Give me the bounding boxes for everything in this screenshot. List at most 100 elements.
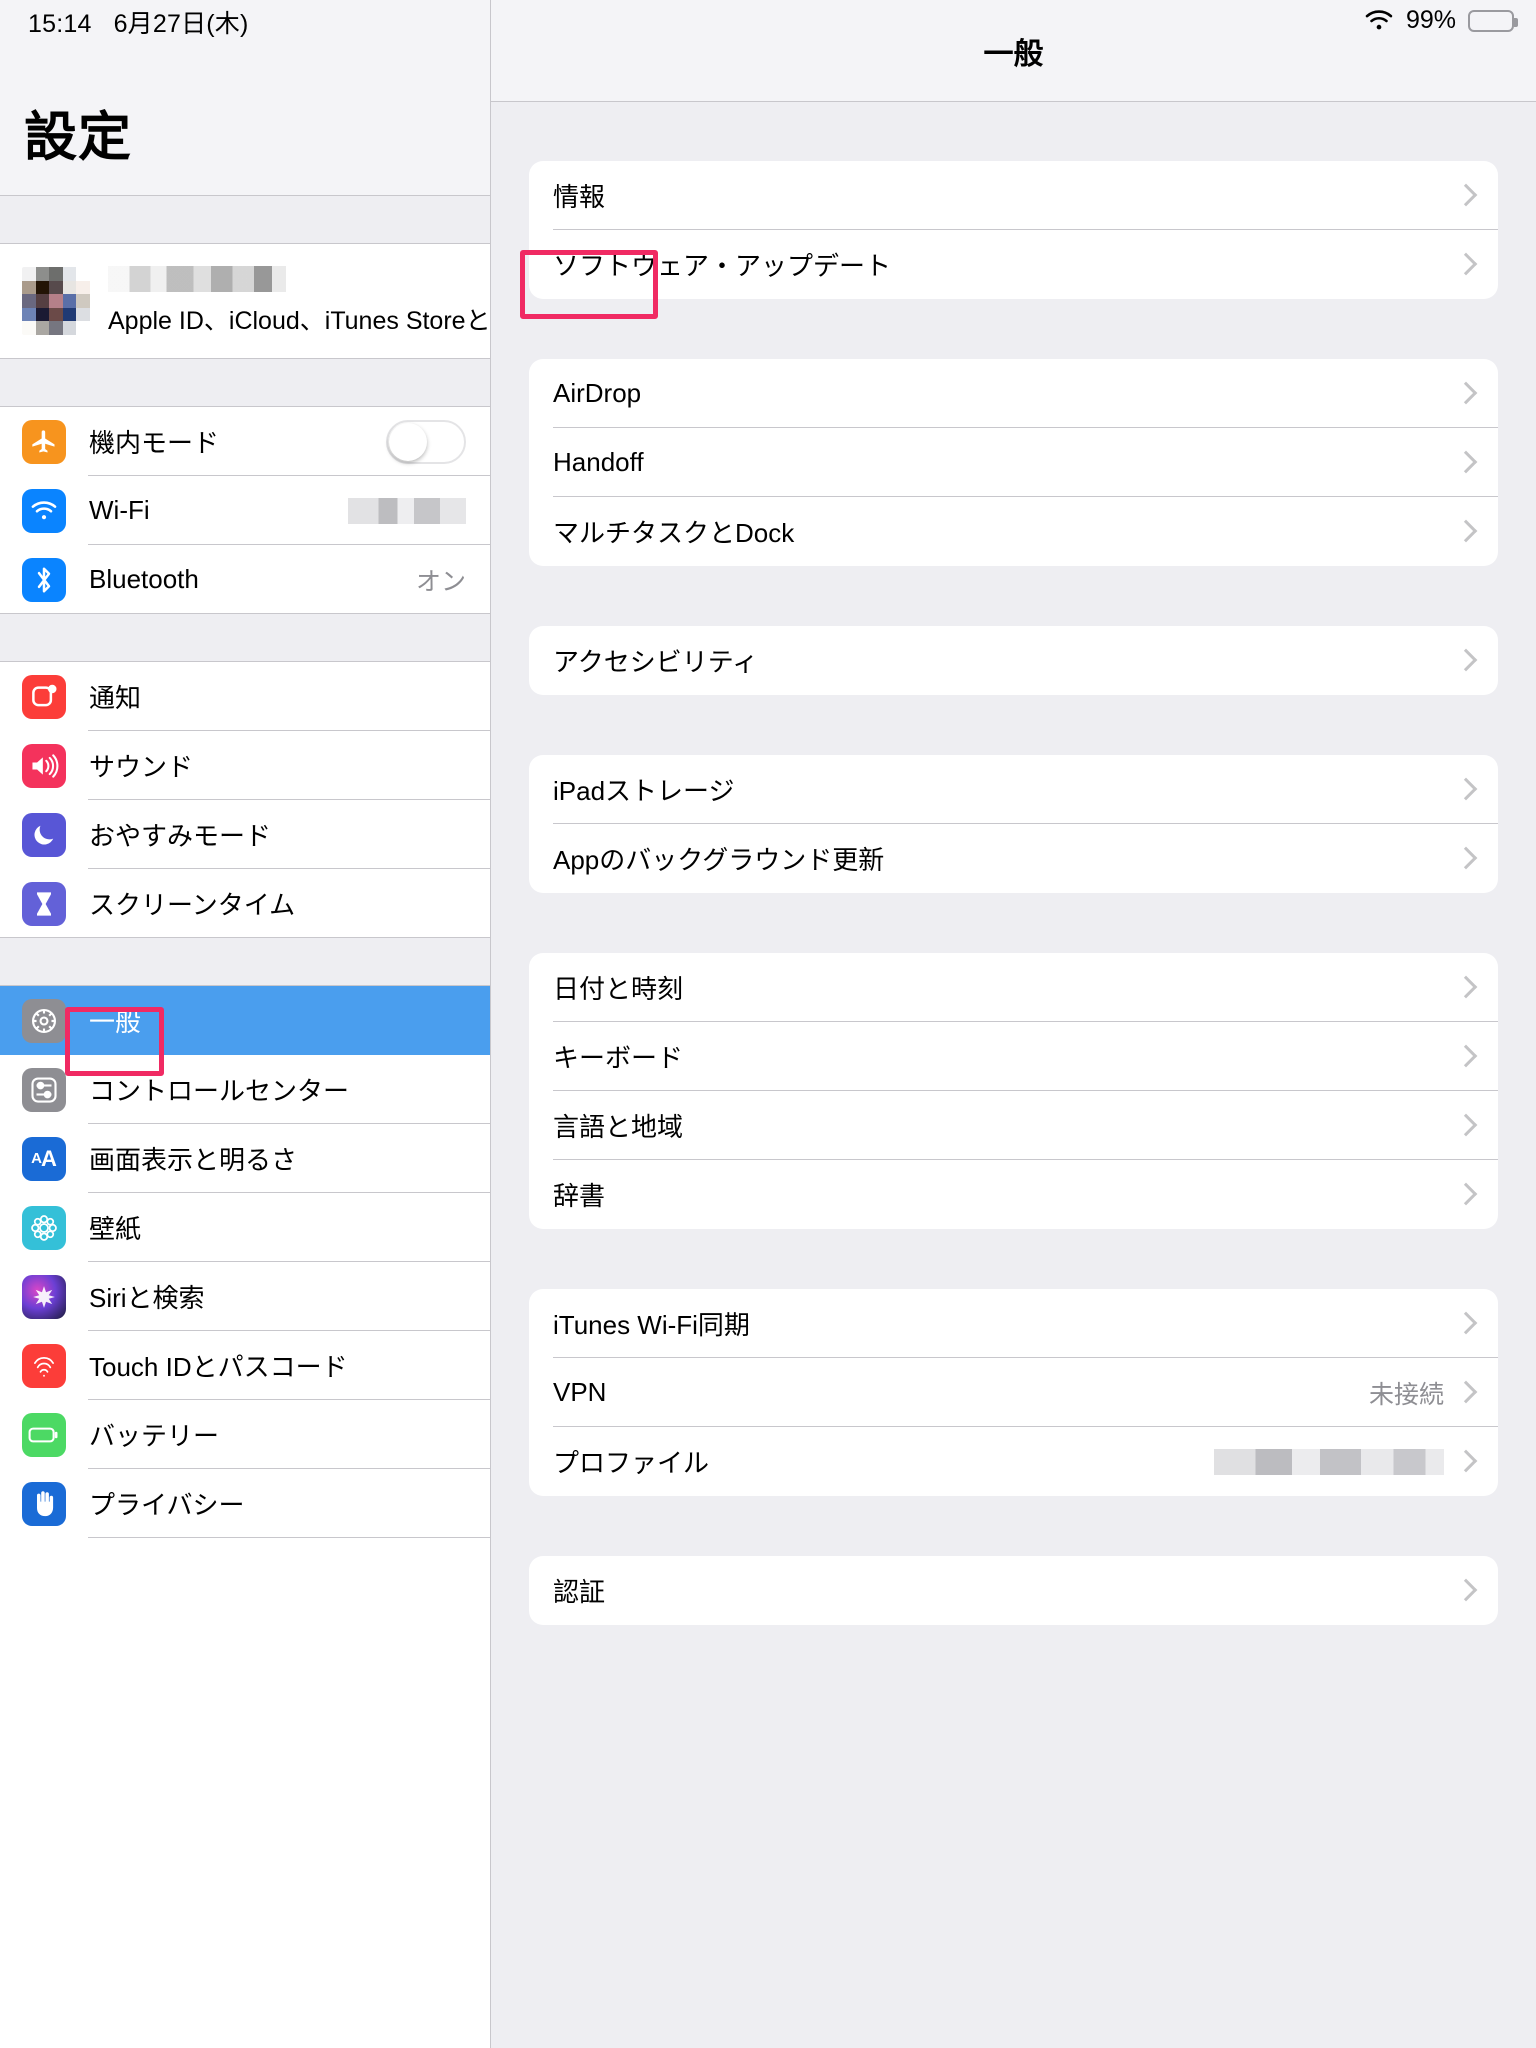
detail-row-handoff[interactable]: Handoff (529, 428, 1498, 497)
detail-row-label: AirDrop (553, 378, 642, 408)
sidebar-item-sounds[interactable]: サウンド (0, 731, 490, 800)
detail-row-label: マルチタスクとDock (553, 518, 795, 548)
detail-row-label: プロファイル (553, 1448, 710, 1478)
sidebar-item-label: スクリーンタイム (89, 890, 296, 920)
detail-row-ipad-storage[interactable]: iPadストレージ (529, 755, 1498, 824)
detail-row-dictionary[interactable]: 辞書 (529, 1160, 1498, 1229)
account-name-masked (108, 265, 286, 292)
detail-group-locale: 日付と時刻 キーボード 言語と地域 辞書 (529, 953, 1498, 1229)
detail-row-label: 情報 (553, 182, 606, 212)
detail-row-background-app-refresh[interactable]: Appのバックグラウンド更新 (529, 824, 1498, 893)
chevron-right-icon (1458, 1183, 1472, 1207)
detail-group-sharing: AirDrop Handoff マルチタスクとDock (529, 359, 1498, 566)
page-title: 設定 (24, 108, 132, 167)
detail-row-airdrop[interactable]: AirDrop (529, 359, 1498, 428)
detail-row-profile[interactable]: プロファイル (529, 1427, 1498, 1496)
chevron-right-icon (1458, 1114, 1472, 1138)
sidebar-item-label: コントロールセンター (89, 1076, 350, 1106)
detail-row-software-update[interactable]: ソフトウェア・アップデート (529, 230, 1498, 299)
sidebar-item-label: バッテリー (89, 1421, 220, 1451)
chevron-right-icon (1458, 976, 1472, 1000)
detail-group-spacer (491, 695, 1536, 755)
sidebar-item-label: おやすみモード (89, 821, 272, 851)
detail-group-spacer (491, 566, 1536, 626)
general-detail-pane: 一般 情報 ソフトウェア・アップデート AirDrop Handoff マルチタ… (491, 0, 1536, 2048)
notifications-icon (22, 674, 66, 719)
detail-group-spacer (491, 1496, 1536, 1556)
sidebar-item-wifi[interactable]: Wi-Fi (0, 476, 490, 545)
sidebar-item-privacy[interactable]: プライバシー (0, 1469, 490, 1538)
separator (0, 937, 490, 938)
sidebar-item-general[interactable]: 一般 (0, 986, 490, 1055)
detail-row-label: iPadストレージ (553, 776, 735, 806)
apple-id-row[interactable]: Apple ID、iCloud、iTunes Storeと… (0, 244, 490, 359)
detail-row-keyboard[interactable]: キーボード (529, 1022, 1498, 1091)
detail-row-label: キーボード (553, 1043, 684, 1073)
detail-row-date-time[interactable]: 日付と時刻 (529, 953, 1498, 1022)
toggle-knob (389, 422, 427, 461)
profile-value-masked (1214, 1448, 1444, 1475)
detail-row-accessibility[interactable]: アクセシビリティ (529, 626, 1498, 695)
sidebar-item-label: 画面表示と明るさ (89, 1145, 298, 1175)
detail-row-itunes-wifi-sync[interactable]: iTunes Wi-Fi同期 (529, 1289, 1498, 1358)
detail-navigation-bar: 一般 (491, 0, 1536, 102)
sidebar-item-display-brightness[interactable]: AA 画面表示と明るさ (0, 1124, 490, 1193)
chevron-right-icon (1458, 1579, 1472, 1603)
display-icon: AA (22, 1136, 66, 1181)
sidebar-item-siri-search[interactable]: Siriと検索 (0, 1262, 490, 1331)
sidebar-item-label: 壁紙 (89, 1214, 142, 1244)
detail-row-label: iTunes Wi-Fi同期 (553, 1310, 750, 1340)
apple-id-text: Apple ID、iCloud、iTunes Storeと… (108, 265, 490, 337)
detail-group-about: 情報 ソフトウェア・アップデート (529, 161, 1498, 299)
sidebar-item-bluetooth[interactable]: Bluetooth オン (0, 545, 490, 614)
sidebar-header: 設定 (0, 0, 490, 196)
sidebar-item-wallpaper[interactable]: 壁紙 (0, 1193, 490, 1262)
detail-group-storage: iPadストレージ Appのバックグラウンド更新 (529, 755, 1498, 893)
sidebar-item-notifications[interactable]: 通知 (0, 662, 490, 731)
sidebar-item-label: 一般 (89, 1007, 142, 1037)
detail-row-about[interactable]: 情報 (529, 161, 1498, 230)
settings-sidebar: 設定 Apple ID、iCloud、iTunes Storeと… 機内モード (0, 0, 491, 2048)
airplane-mode-toggle[interactable] (386, 419, 466, 464)
chevron-right-icon (1458, 847, 1472, 871)
sidebar-item-label: Bluetooth (89, 564, 199, 594)
airplane-icon (22, 419, 66, 464)
sidebar-item-screen-time[interactable]: スクリーンタイム (0, 869, 490, 938)
detail-row-vpn[interactable]: VPN 未接続 (529, 1358, 1498, 1427)
detail-row-multitasking-dock[interactable]: マルチタスクとDock (529, 497, 1498, 566)
sidebar-item-do-not-disturb[interactable]: おやすみモード (0, 800, 490, 869)
sidebar-group-spacer (0, 938, 490, 986)
sidebar-item-label: Siriと検索 (89, 1283, 205, 1313)
detail-row-certificate-trust[interactable]: 認証 (529, 1556, 1498, 1625)
detail-row-label: 言語と地域 (553, 1112, 684, 1142)
chevron-right-icon (1458, 451, 1472, 475)
detail-group-sync-vpn: iTunes Wi-Fi同期 VPN 未接続 プロファイル (529, 1289, 1498, 1496)
hourglass-icon (22, 881, 66, 926)
chevron-right-icon (1458, 649, 1472, 673)
hand-icon (22, 1481, 66, 1526)
sidebar-item-airplane-mode[interactable]: 機内モード (0, 407, 490, 476)
chevron-right-icon (1458, 1450, 1472, 1474)
fingerprint-icon (22, 1343, 66, 1388)
sidebar-item-touch-id-passcode[interactable]: Touch IDとパスコード (0, 1331, 490, 1400)
sidebar-item-label: Wi-Fi (89, 495, 150, 525)
detail-title: 一般 (983, 37, 1044, 71)
sidebar-group-notifications: 通知 サウンド おやすみモード スクリーンタイム (0, 662, 490, 938)
wifi-icon (22, 488, 66, 533)
bluetooth-icon (22, 557, 66, 602)
switches-icon (22, 1067, 66, 1112)
sidebar-item-battery[interactable]: バッテリー (0, 1400, 490, 1469)
detail-group-certificate: 認証 (529, 1556, 1498, 1625)
separator (0, 613, 490, 614)
detail-row-language-region[interactable]: 言語と地域 (529, 1091, 1498, 1160)
detail-row-label: アクセシビリティ (553, 647, 759, 677)
sidebar-item-control-center[interactable]: コントロールセンター (0, 1055, 490, 1124)
detail-row-label: 辞書 (553, 1181, 606, 1211)
sidebar-group-general: 一般 コントロールセンター AA 画面表示と明るさ 壁紙 Siriと検索 Tou… (0, 986, 490, 1538)
detail-group-spacer (491, 893, 1536, 953)
vpn-status-value: 未接続 (1368, 1380, 1444, 1409)
bluetooth-state: オン (415, 567, 466, 596)
chevron-right-icon (1458, 1381, 1472, 1405)
detail-row-label: VPN (553, 1377, 607, 1407)
detail-group-accessibility: アクセシビリティ (529, 626, 1498, 695)
